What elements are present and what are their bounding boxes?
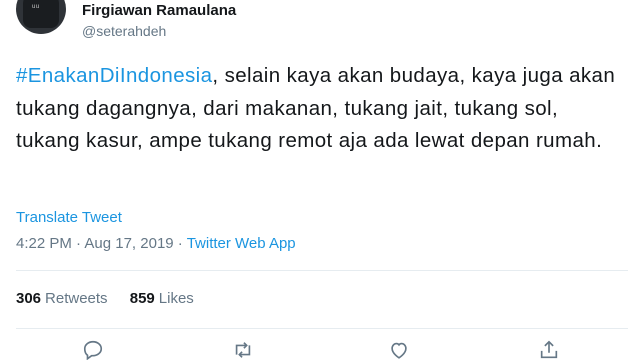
retweet-button[interactable] [228,336,258,360]
author-name[interactable]: Firgiawan Ramaulana [82,2,236,19]
like-button[interactable] [384,336,414,360]
tweet-actions [0,336,640,360]
likes-label: Likes [158,290,194,307]
hashtag-link[interactable]: #EnakanDiIndonesia [16,64,212,87]
meta-separator: · [173,235,187,252]
share-icon [540,340,558,359]
divider [16,328,628,329]
meta-separator: · [71,235,85,252]
retweets-stat[interactable]: 306 Retweets [16,290,108,307]
divider [16,270,628,271]
tweet-date[interactable]: Aug 17, 2019 [84,235,173,252]
reply-button[interactable] [78,336,108,360]
retweets-label: Retweets [45,290,108,307]
avatar[interactable]: uu [16,0,66,34]
retweet-icon [235,342,251,358]
avatar-figure [23,0,59,28]
likes-count: 859 [129,290,155,307]
reply-icon [83,340,103,360]
like-icon [391,342,407,359]
avatar-logo-text: uu [32,4,40,10]
author-handle[interactable]: @seterahdeh [82,23,166,39]
translate-tweet-link[interactable]: Translate Tweet [16,209,122,226]
tweet-text: #EnakanDiIndonesia, selain kaya akan bud… [16,60,628,158]
tweet-time[interactable]: 4:22 PM [16,235,72,252]
retweets-count: 306 [16,290,42,307]
tweet-meta: 4:22 PM · Aug 17, 2019 · Twitter Web App [16,235,296,252]
share-button[interactable] [534,336,564,360]
likes-stat[interactable]: 859 Likes [130,290,194,307]
tweet-card: uu Firgiawan Ramaulana @seterahdeh #Enak… [0,0,640,360]
tweet-source-link[interactable]: Twitter Web App [187,235,296,252]
tweet-stats: 306 Retweets 859 Likes [16,290,212,307]
